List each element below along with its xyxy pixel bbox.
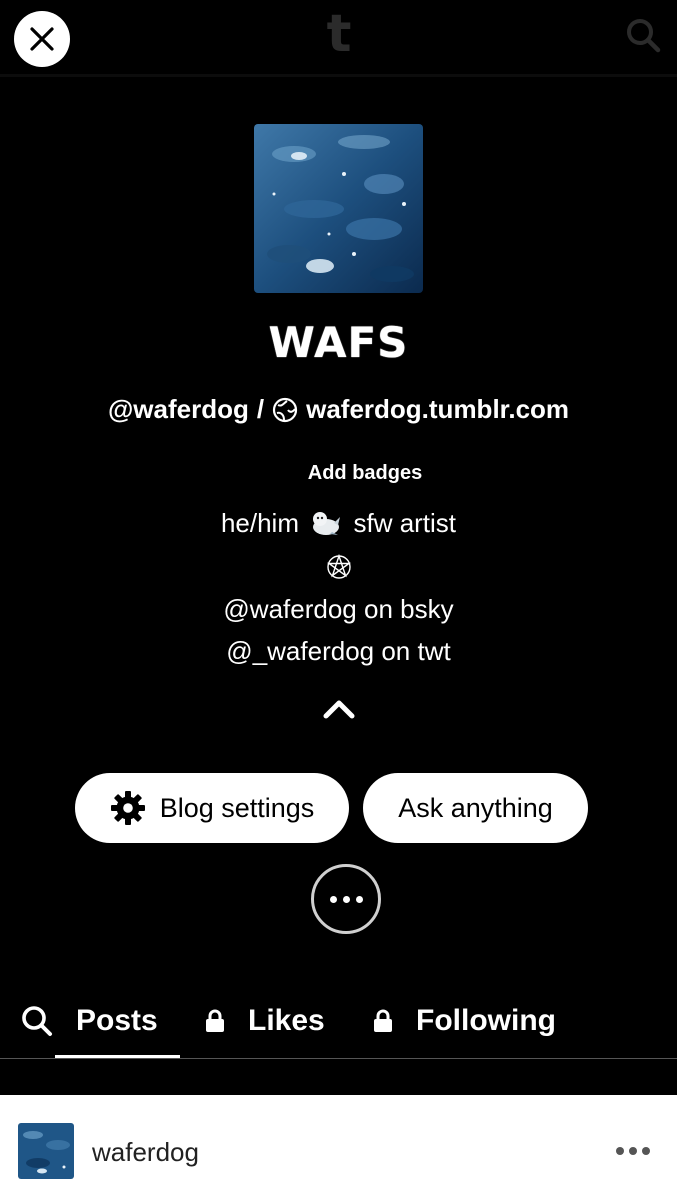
topbar-divider: [0, 74, 677, 77]
post-more-dot: [628, 1147, 637, 1155]
post-card: waferdog: [0, 1095, 677, 1200]
gear-icon: [110, 791, 145, 825]
blog-settings-label: Blog settings: [159, 792, 315, 823]
pronouns-text: he/him: [220, 508, 299, 538]
post-more-dot: [615, 1147, 624, 1155]
blog-settings-button[interactable]: Blog settings: [75, 773, 349, 843]
tumblr-logo[interactable]: t: [322, 8, 356, 60]
lock-icon: [206, 1009, 224, 1032]
artist-text: sfw artist: [353, 508, 457, 538]
more-dot: [355, 895, 363, 903]
add-badges-link[interactable]: Add badges: [0, 462, 677, 485]
tab-posts-label: Posts: [76, 1004, 158, 1037]
search-icon: [627, 19, 661, 53]
blog-tabs: Posts Likes Following: [0, 985, 677, 1059]
description-line-4: @_waferdog on twt: [226, 636, 451, 666]
tab-following-label: Following: [416, 1004, 556, 1037]
tab-likes[interactable]: Likes: [204, 985, 325, 1057]
post-more-button[interactable]: [613, 1147, 652, 1155]
post-more-dot: [641, 1147, 650, 1155]
ask-anything-button[interactable]: Ask anything: [363, 773, 588, 843]
blog-handle[interactable]: @waferdog: [108, 394, 249, 425]
top-bar: t: [0, 0, 677, 77]
more-dot: [329, 895, 337, 903]
pentagram-icon: [326, 554, 352, 579]
close-button[interactable]: [14, 11, 70, 67]
tab-following[interactable]: Following: [372, 985, 556, 1057]
tab-likes-label: Likes: [248, 1004, 325, 1037]
search-button[interactable]: [624, 16, 662, 54]
handle-separator: /: [256, 394, 265, 424]
blog-avatar[interactable]: [254, 124, 423, 293]
description-line-1: he/him sfw artist: [0, 508, 677, 539]
lock-icon: [374, 1009, 392, 1032]
globe-icon: [273, 397, 298, 422]
blog-handle-row: @waferdog / waferdog.tumblr.com: [0, 394, 677, 425]
more-dot: [342, 895, 350, 903]
description-line-3: @waferdog on bsky: [223, 594, 454, 624]
ask-anything-label: Ask anything: [398, 792, 553, 823]
search-icon: [22, 1006, 52, 1036]
post-author-name[interactable]: waferdog: [92, 1137, 199, 1168]
more-options-button[interactable]: [311, 864, 381, 934]
post-author-avatar[interactable]: [18, 1123, 74, 1179]
close-icon: [30, 27, 54, 51]
blog-title: WAFS: [268, 318, 409, 367]
tabs-divider: [0, 1058, 677, 1059]
blog-url-link[interactable]: waferdog.tumblr.com: [306, 394, 569, 425]
chevron-up-icon[interactable]: [321, 695, 357, 723]
tab-posts[interactable]: Posts: [20, 985, 158, 1057]
seal-emoji-icon: [313, 512, 341, 535]
